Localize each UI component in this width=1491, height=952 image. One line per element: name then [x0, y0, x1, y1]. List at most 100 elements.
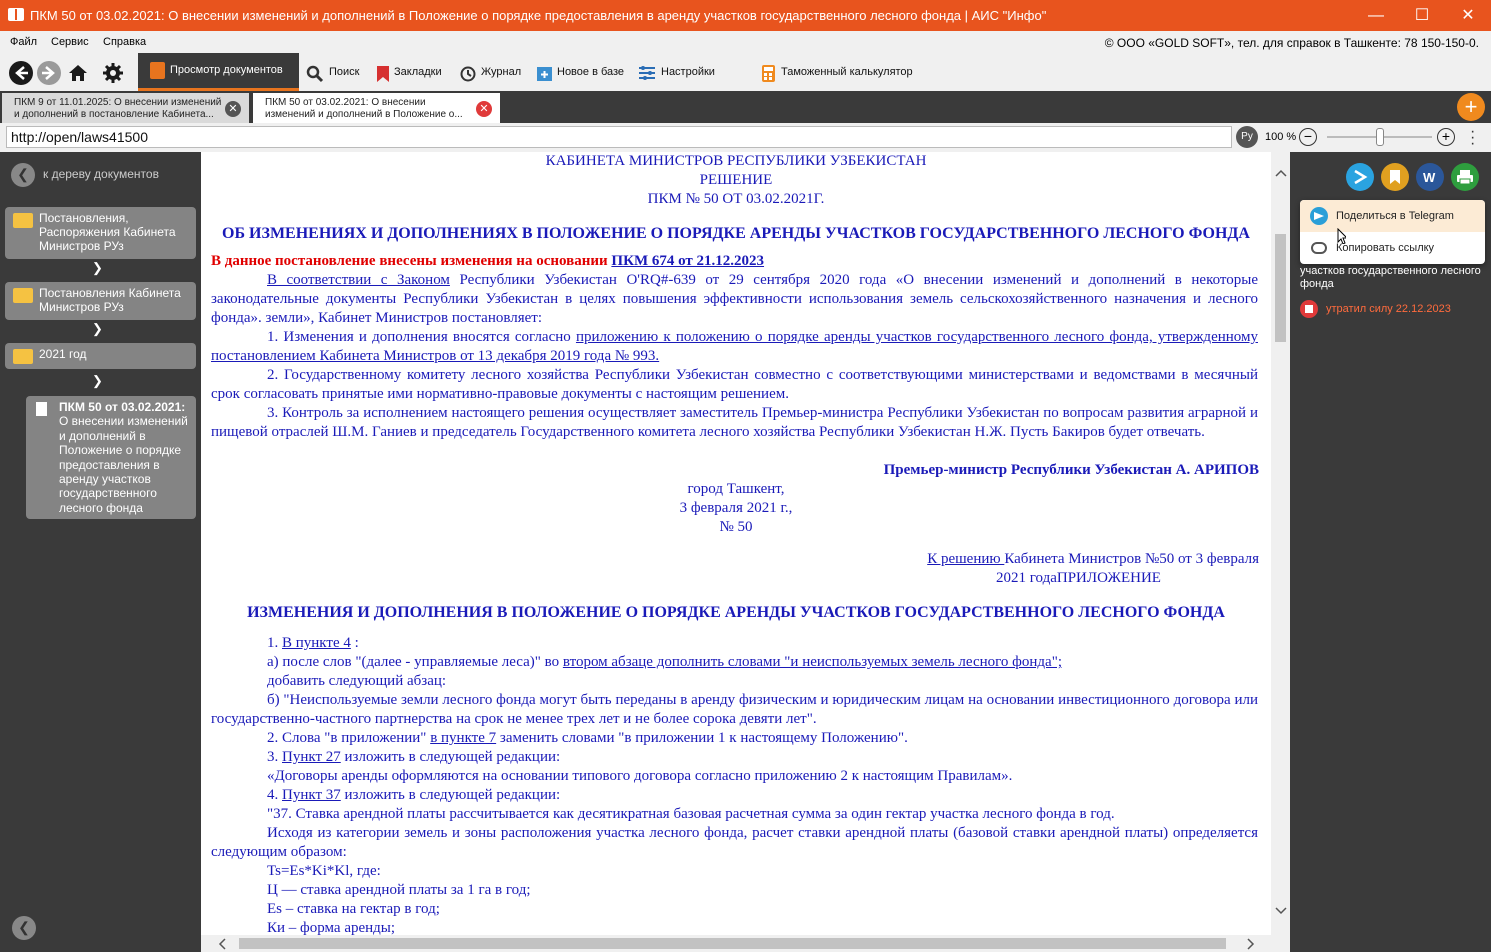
item-1a-link[interactable]: втором абзаце дополнить словами "и неисп…	[563, 654, 1062, 670]
changes-note-text: В данное постановление внесены изменения…	[211, 253, 608, 269]
search-button[interactable]: Поиск	[329, 66, 359, 78]
item-3-link[interactable]: Пункт 27	[282, 749, 341, 765]
item-2-link[interactable]: в пункте 7	[430, 730, 496, 746]
gear-icon[interactable]	[101, 61, 125, 85]
annex-title: ИЗМЕНЕНИЯ И ДОПОЛНЕНИЯ В ПОЛОЖЕНИЕ О ПОР…	[247, 604, 1225, 621]
signed-date: 3 февраля 2021 г.,	[679, 500, 793, 516]
paragraph-2: 2. Государственному комитету лесного хоз…	[211, 367, 1258, 402]
doc-title: ОБ ИЗМЕНЕНИЯХ И ДОПОЛНЕНИЯХ В ПОЛОЖЕНИЕ …	[222, 225, 1250, 242]
scroll-up-icon[interactable]	[1275, 169, 1287, 177]
home-icon[interactable]	[66, 61, 90, 85]
close-tab-icon[interactable]: ✕	[476, 101, 492, 117]
share-telegram-item[interactable]: Поделиться в Telegram	[1300, 200, 1485, 232]
tree-node-label: 2021 год	[39, 347, 87, 361]
maximize-button[interactable]: ☐	[1399, 0, 1445, 31]
link-icon	[1311, 242, 1327, 254]
menu-help[interactable]: Справка	[103, 36, 146, 48]
document-view: КАБИНЕТА МИНИСТРОВ РЕСПУБЛИКИ УЗБЕКИСТАН…	[201, 152, 1271, 935]
customs-calculator-button[interactable]: Таможенный калькулятор	[781, 66, 913, 78]
item-3-post: изложить в следующей редакции:	[340, 749, 561, 765]
item-1b: б) "Неиспользуемые земли лесного фонда м…	[211, 692, 1258, 727]
item-3-quote: «Договоры аренды оформляются на основани…	[267, 768, 1013, 784]
journal-button[interactable]: Журнал	[481, 66, 521, 78]
close-button[interactable]: ✕	[1445, 0, 1491, 31]
scroll-right-icon[interactable]	[1247, 938, 1255, 950]
tab-bar: ПКМ 9 от 11.01.2025: О внесении изменени…	[0, 91, 1491, 123]
minimize-button[interactable]: —	[1353, 0, 1399, 31]
doc-header-1: КАБИНЕТА МИНИСТРОВ РЕСПУБЛИКИ УЗБЕКИСТАН	[545, 153, 927, 169]
doc-tab-1[interactable]: ПКМ 9 от 11.01.2025: О внесении изменени…	[2, 93, 249, 123]
back-icon[interactable]	[9, 61, 33, 85]
zoom-out-button[interactable]: −	[1299, 128, 1317, 146]
item-1a: а) после слов "(далее - управляемые леса…	[267, 653, 1062, 672]
doc-node-desc: О внесении изменений и дополнений в Поло…	[59, 414, 188, 515]
more-menu-icon[interactable]: · · ·	[1470, 124, 1475, 152]
tree-node-label: Постановления Кабинета Министров РУз	[39, 286, 181, 314]
tree-node-resolutions[interactable]: Постановления, Распоряжения Кабинета Мин…	[5, 207, 196, 259]
search-icon	[306, 65, 324, 83]
vertical-scrollbar[interactable]	[1271, 152, 1290, 935]
chevron-down-icon: ❯	[92, 373, 103, 388]
changes-note-link[interactable]: ПКМ 674 от 21.12.2023	[611, 253, 764, 269]
item-2-post: заменить словами "в приложении 1 к насто…	[496, 730, 908, 746]
add-tab-button[interactable]: +	[1457, 93, 1485, 121]
language-button[interactable]: Ру	[1236, 126, 1258, 148]
item-4-calc: Исходя из категории земель и зоны распол…	[211, 825, 1258, 860]
url-input[interactable]: http://open/laws41500	[6, 126, 1232, 148]
copyright-text: © ООО «GOLD SOFT», тел. для справок в Та…	[1104, 36, 1479, 50]
signed-city: город Ташкент,	[687, 481, 785, 497]
item-4-37: "37. Ставка арендной платы рассчитываетс…	[267, 806, 1115, 822]
zoom-slider-handle[interactable]	[1375, 128, 1384, 146]
doc-tab-2[interactable]: ПКМ 50 от 03.02.2021: О внесении изменен…	[253, 93, 500, 123]
formula-def-1: Ц — ставка арендной платы за 1 га в год;	[267, 882, 531, 898]
forward-icon[interactable]	[37, 61, 61, 85]
tree-node-cabinet[interactable]: Постановления Кабинета Министров РУз	[5, 282, 196, 320]
menu-service[interactable]: Сервис	[51, 36, 89, 48]
document-name-text: участков государственного лесного фонда	[1300, 265, 1481, 290]
item-3-num: 3.	[267, 749, 282, 765]
formula-def-2: Es – ставка на гектар в год;	[267, 901, 440, 917]
zoom-in-button[interactable]: +	[1437, 128, 1455, 146]
close-tab-icon[interactable]: ✕	[225, 101, 241, 117]
tree-node-document[interactable]: ПКМ 50 от 03.02.2021: О внесении изменен…	[26, 396, 196, 520]
bookmark-icon[interactable]	[1381, 163, 1409, 191]
share-icon[interactable]	[1346, 163, 1374, 191]
copy-link-item[interactable]: Копировать ссылку	[1300, 232, 1485, 264]
settings-button[interactable]: Настройки	[661, 66, 715, 78]
document-actions-panel: W Поделиться в Telegram Копировать ссылк…	[1290, 152, 1491, 952]
vertical-scroll-thumb[interactable]	[1275, 234, 1286, 342]
item-4-post: изложить в следующей редакции:	[340, 787, 561, 803]
app-book-icon	[8, 8, 24, 21]
folder-icon	[13, 213, 33, 228]
view-docs-tab[interactable]: Просмотр документов	[138, 53, 299, 91]
horizontal-scrollbar[interactable]	[201, 935, 1290, 952]
history-icon	[459, 65, 476, 82]
tree-node-year[interactable]: 2021 год	[5, 343, 196, 369]
scroll-left-icon[interactable]	[218, 938, 226, 950]
menu-file[interactable]: Файл	[10, 36, 37, 48]
back-to-tree-button[interactable]: ❮ к дереву документов	[11, 163, 159, 187]
item-1a-text: а) после слов "(далее - управляемые леса…	[267, 654, 563, 670]
item-1-link[interactable]: В пункте 4	[282, 635, 351, 651]
item-2: 2. Слова "в приложении" в пункте 7 замен…	[267, 729, 908, 748]
copy-link-label: Копировать ссылку	[1336, 242, 1435, 254]
tab-title-line: ПКМ 50 от 03.02.2021: О внесении	[265, 97, 426, 108]
law-link[interactable]: В соответствии с Законом	[267, 272, 450, 288]
telegram-icon	[1310, 207, 1328, 225]
changes-note: В данное постановление внесены изменения…	[211, 252, 1258, 271]
item-4-num: 4.	[267, 787, 282, 803]
scroll-down-icon[interactable]	[1275, 907, 1287, 915]
horizontal-scroll-thumb[interactable]	[239, 938, 1226, 949]
window-title: ПКМ 50 от 03.02.2021: О внесении изменен…	[30, 8, 1047, 23]
tab-title-line: изменений и дополнений в Положение о...	[265, 109, 463, 120]
intro-paragraph: В соответствии с Законом Республики Узбе…	[211, 271, 1258, 328]
print-icon[interactable]	[1451, 163, 1479, 191]
truncated-text: у	[1473, 252, 1479, 264]
word-export-icon[interactable]: W	[1416, 163, 1444, 191]
item-4-link[interactable]: Пункт 37	[282, 787, 341, 803]
bookmarks-button[interactable]: Закладки	[394, 66, 442, 78]
chevron-left-icon[interactable]: ❮	[12, 916, 36, 940]
decision-link[interactable]: К решению	[927, 551, 1004, 567]
new-in-base-button[interactable]: Новое в базе	[557, 66, 624, 78]
mouse-cursor-icon	[1337, 228, 1346, 244]
